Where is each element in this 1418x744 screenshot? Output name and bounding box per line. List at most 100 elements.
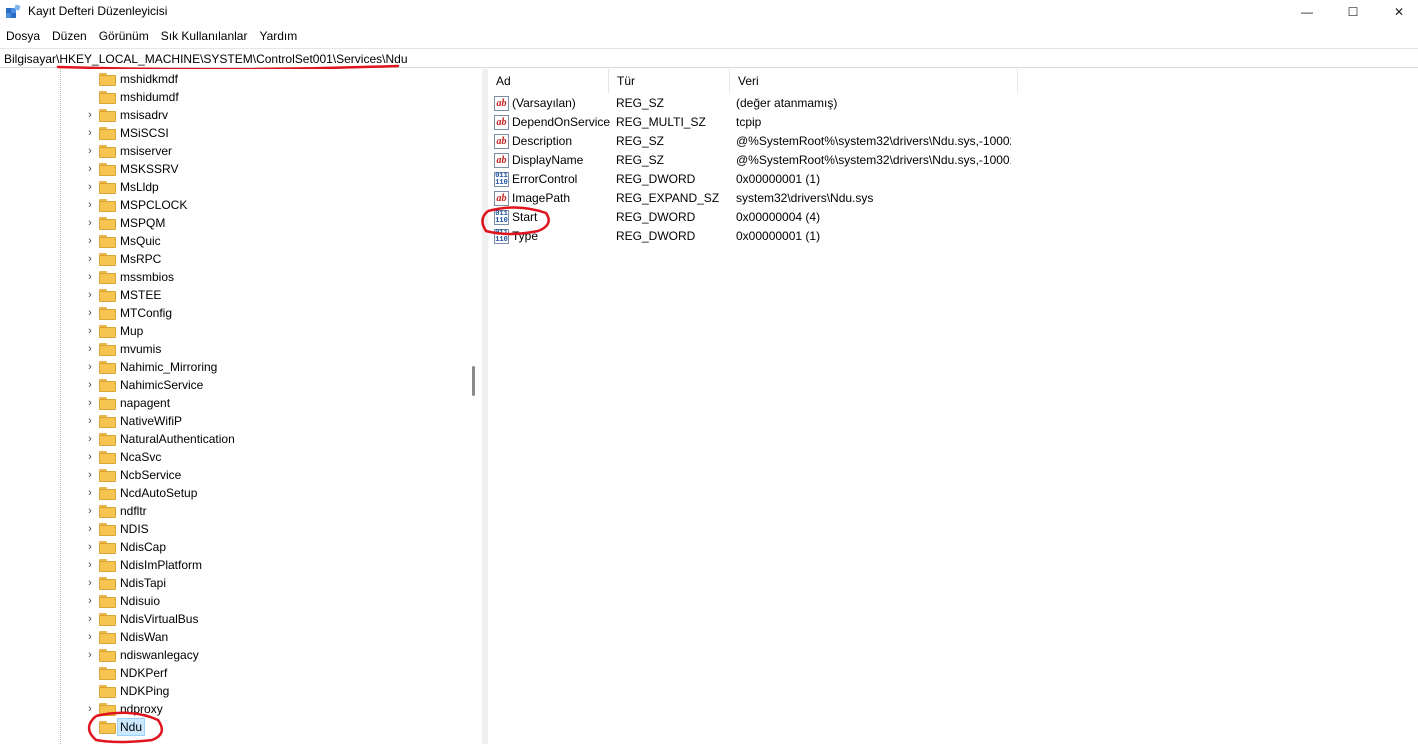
tree-item[interactable]: › NcaSvc xyxy=(0,448,460,466)
tree-item[interactable]: › MTConfig xyxy=(0,304,460,322)
menu-favorites[interactable]: Sık Kullanılanlar xyxy=(155,27,254,45)
chevron-right-icon[interactable]: › xyxy=(84,631,96,643)
chevron-right-icon[interactable]: › xyxy=(84,541,96,553)
value-row[interactable]: ab ImagePath REG_EXPAND_SZ system32\drivers… xyxy=(488,189,1418,208)
value-row[interactable]: ab DisplayName REG_SZ @%SystemRoot%\system3… xyxy=(488,151,1418,170)
tree-item[interactable]: › NdisImPlatform xyxy=(0,556,460,574)
column-header-data[interactable]: Veri xyxy=(730,69,1018,93)
chevron-right-icon[interactable]: › xyxy=(84,397,96,409)
tree-item[interactable]: › NDIS xyxy=(0,520,460,538)
tree-item[interactable]: NDKPing xyxy=(0,682,460,700)
tree-item[interactable]: mshidumdf xyxy=(0,88,460,106)
chevron-right-icon[interactable]: › xyxy=(84,433,96,445)
tree-scrollbar-thumb[interactable] xyxy=(472,366,475,396)
value-type: REG_MULTI_SZ xyxy=(616,115,706,129)
tree-item[interactable]: › NcbService xyxy=(0,466,460,484)
chevron-right-icon[interactable]: › xyxy=(84,253,96,265)
tree-item[interactable]: mshidkmdf xyxy=(0,70,460,88)
chevron-right-icon[interactable]: › xyxy=(84,181,96,193)
tree-item[interactable]: › napagent xyxy=(0,394,460,412)
tree-item[interactable]: › NcdAutoSetup xyxy=(0,484,460,502)
tree-item[interactable]: › NdisWan xyxy=(0,628,460,646)
menu-view[interactable]: Görünüm xyxy=(93,27,155,45)
chevron-right-icon[interactable]: › xyxy=(84,343,96,355)
values-list[interactable]: Ad Tür Veri ab (Varsayılan) REG_SZ (değer a… xyxy=(488,69,1418,744)
tree-item[interactable]: › msiserver xyxy=(0,142,460,160)
chevron-right-icon[interactable]: › xyxy=(84,577,96,589)
chevron-right-icon[interactable]: › xyxy=(84,217,96,229)
folder-icon xyxy=(99,648,116,662)
value-row[interactable]: 011 110 Type REG_DWORD 0x00000001 (1) xyxy=(488,227,1418,246)
chevron-right-icon[interactable]: › xyxy=(84,127,96,139)
minimize-button[interactable]: — xyxy=(1284,0,1330,24)
minimize-icon: — xyxy=(1301,5,1313,19)
tree-item[interactable]: › MSiSCSI xyxy=(0,124,460,142)
chevron-right-icon[interactable]: › xyxy=(84,109,96,121)
tree-scrollbar[interactable] xyxy=(466,69,482,744)
tree-item[interactable]: › mssmbios xyxy=(0,268,460,286)
tree-item[interactable]: › NativeWifiP xyxy=(0,412,460,430)
chevron-right-icon[interactable]: › xyxy=(84,703,96,715)
chevron-right-icon[interactable]: › xyxy=(84,325,96,337)
chevron-right-icon[interactable]: › xyxy=(84,235,96,247)
chevron-right-icon[interactable]: › xyxy=(84,271,96,283)
registry-tree[interactable]: mshidkmdf mshidumdf › msisadrv › MSiSCSI › msis… xyxy=(0,69,482,744)
address-path[interactable]: Bilgisayar\HKEY_LOCAL_MACHINE\SYSTEM\Con… xyxy=(4,51,408,67)
chevron-right-icon[interactable]: › xyxy=(84,145,96,157)
tree-item[interactable]: › MsLldp xyxy=(0,178,460,196)
value-row[interactable]: ab DependOnService REG_MULTI_SZ tcpip xyxy=(488,113,1418,132)
tree-item[interactable]: › MSTEE xyxy=(0,286,460,304)
tree-item[interactable]: › NahimicService xyxy=(0,376,460,394)
tree-item[interactable]: › MSPCLOCK xyxy=(0,196,460,214)
value-row[interactable]: ab (Varsayılan) REG_SZ (değer atanmamış) xyxy=(488,94,1418,113)
tree-item[interactable]: › MSPQM xyxy=(0,214,460,232)
menu-edit[interactable]: Düzen xyxy=(46,27,93,45)
chevron-right-icon[interactable]: › xyxy=(84,163,96,175)
tree-item-label: ndiswanlegacy xyxy=(120,648,199,662)
chevron-right-icon[interactable]: › xyxy=(84,505,96,517)
tree-item[interactable]: › ndfltr xyxy=(0,502,460,520)
tree-item[interactable]: › MSKSSRV xyxy=(0,160,460,178)
menu-file[interactable]: Dosya xyxy=(0,27,46,45)
column-header-type[interactable]: Tür xyxy=(609,69,730,93)
address-bar[interactable]: Bilgisayar\HKEY_LOCAL_MACHINE\SYSTEM\Con… xyxy=(0,48,1418,68)
close-button[interactable]: ✕ xyxy=(1376,0,1418,24)
column-header-name[interactable]: Ad xyxy=(488,69,609,93)
tree-item-label: NaturalAuthentication xyxy=(120,432,235,446)
tree-item[interactable]: › MsRPC xyxy=(0,250,460,268)
tree-item[interactable]: › NdisTapi xyxy=(0,574,460,592)
tree-item[interactable]: › Nahimic_Mirroring xyxy=(0,358,460,376)
tree-item[interactable]: › Ndisuio xyxy=(0,592,460,610)
chevron-right-icon[interactable]: › xyxy=(84,469,96,481)
chevron-right-icon[interactable]: › xyxy=(84,199,96,211)
chevron-right-icon[interactable]: › xyxy=(84,307,96,319)
chevron-right-icon[interactable]: › xyxy=(84,523,96,535)
chevron-right-icon[interactable]: › xyxy=(84,559,96,571)
tree-item[interactable]: › MsQuic xyxy=(0,232,460,250)
tree-item[interactable]: › mvumis xyxy=(0,340,460,358)
chevron-right-icon[interactable]: › xyxy=(84,289,96,301)
tree-item[interactable]: › ndiswanlegacy xyxy=(0,646,460,664)
tree-item[interactable]: › ndproxy xyxy=(0,700,460,718)
menu-help[interactable]: Yardım xyxy=(253,27,303,45)
tree-item[interactable]: › NdisCap xyxy=(0,538,460,556)
chevron-right-icon[interactable]: › xyxy=(84,415,96,427)
value-type: REG_SZ xyxy=(616,153,665,167)
chevron-right-icon[interactable]: › xyxy=(84,379,96,391)
chevron-right-icon[interactable]: › xyxy=(84,595,96,607)
chevron-right-icon[interactable]: › xyxy=(84,451,96,463)
tree-item[interactable]: › Mup xyxy=(0,322,460,340)
maximize-button[interactable]: ☐ xyxy=(1330,0,1376,24)
tree-item[interactable]: NDKPerf xyxy=(0,664,460,682)
value-row[interactable]: 011 110 ErrorControl REG_DWORD 0x00000001 (1… xyxy=(488,170,1418,189)
tree-item[interactable]: › NdisVirtualBus xyxy=(0,610,460,628)
value-row[interactable]: ab Description REG_SZ @%SystemRoot%\system3… xyxy=(488,132,1418,151)
chevron-right-icon[interactable]: › xyxy=(84,613,96,625)
chevron-right-icon[interactable]: › xyxy=(84,361,96,373)
tree-item[interactable]: › msisadrv xyxy=(0,106,460,124)
chevron-right-icon[interactable]: › xyxy=(84,487,96,499)
tree-item[interactable]: Ndu xyxy=(0,718,460,736)
tree-item[interactable]: › NaturalAuthentication xyxy=(0,430,460,448)
value-row[interactable]: 011 110 Start REG_DWORD 0x00000004 (4) xyxy=(488,208,1418,227)
chevron-right-icon[interactable]: › xyxy=(84,649,96,661)
